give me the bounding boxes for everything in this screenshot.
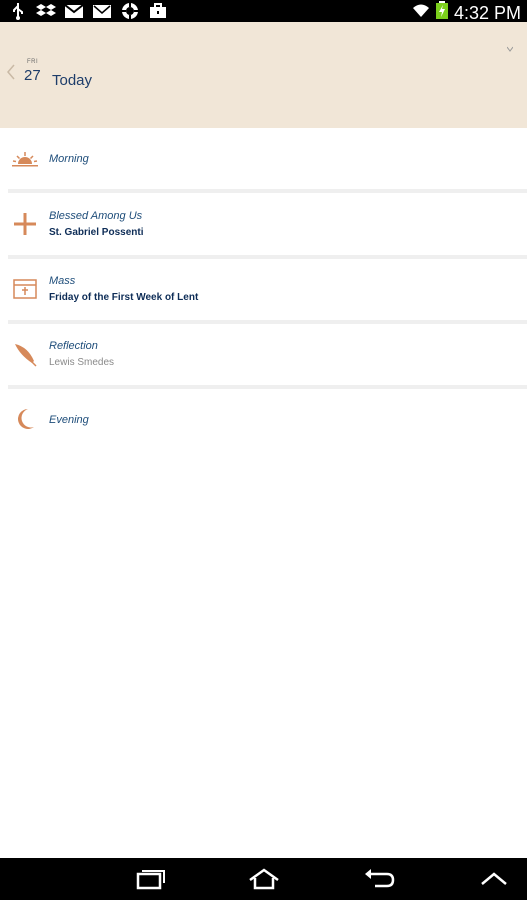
cross-icon <box>14 213 36 235</box>
item-subtitle: Lewis Smedes <box>49 357 115 368</box>
list-item-reflection[interactable]: Reflection Lewis Smedes <box>0 324 527 386</box>
back-chevron-icon[interactable] <box>7 64 15 80</box>
moon-icon <box>18 409 34 429</box>
app-header: FRI 27 Today <box>0 22 527 128</box>
sunrise-icon <box>12 152 38 167</box>
day-number: 27 <box>24 67 41 84</box>
battery-icon <box>435 1 448 24</box>
list-item-mass[interactable]: Mass Friday of the First Week of Lent <box>0 259 527 321</box>
wifi-icon <box>412 1 430 24</box>
home-icon[interactable] <box>246 866 282 892</box>
page-title: Today <box>52 72 93 89</box>
item-title: Morning <box>49 153 89 165</box>
list-item-morning[interactable]: Morning <box>0 128 527 190</box>
item-title: Reflection <box>49 340 98 352</box>
menu-up-icon[interactable] <box>476 866 512 892</box>
status-bar: 4:32 PM <box>0 0 527 24</box>
notification-icons <box>8 2 168 20</box>
recent-apps-icon[interactable] <box>132 866 168 892</box>
item-subtitle: St. Gabriel Possenti <box>49 227 144 238</box>
item-title: Mass <box>49 275 76 287</box>
quill-icon <box>15 344 37 367</box>
dropbox-icon <box>36 2 56 20</box>
item-subtitle: Friday of the First Week of Lent <box>49 292 199 303</box>
usb-icon <box>8 2 28 20</box>
navigation-bar <box>0 858 527 900</box>
briefcase-icon <box>148 2 168 20</box>
item-title: Blessed Among Us <box>49 210 143 222</box>
clock: 4:32 PM <box>453 2 521 23</box>
list-item-blessed-among-us[interactable]: Blessed Among Us St. Gabriel Possenti <box>0 193 527 257</box>
mail-icon <box>92 2 112 20</box>
gmail-icon <box>64 2 84 20</box>
chalice-box-icon <box>13 279 37 299</box>
overflow-mark-icon <box>507 46 513 52</box>
sync-icon <box>120 2 140 20</box>
day-of-week: FRI <box>27 59 39 65</box>
item-title: Evening <box>49 414 89 426</box>
list-item-evening[interactable]: Evening <box>0 389 527 451</box>
back-icon[interactable] <box>361 866 397 892</box>
